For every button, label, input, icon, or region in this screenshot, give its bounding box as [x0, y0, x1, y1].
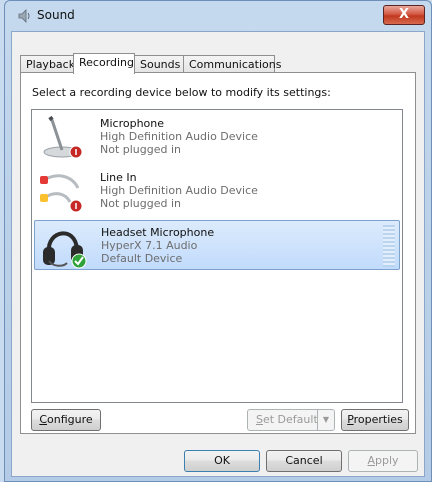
set-default-button[interactable]: Set Default ▼ [247, 409, 335, 431]
device-description: High Definition Audio Device [100, 184, 258, 197]
device-status: Not plugged in [100, 143, 182, 156]
device-description: High Definition Audio Device [100, 130, 258, 143]
apply-button[interactable]: Apply [348, 450, 418, 472]
device-item-line-in[interactable]: Line In High Definition Audio Device Not… [34, 166, 400, 216]
recording-panel: Select a recording device below to modif… [20, 72, 416, 434]
speaker-icon [18, 9, 30, 23]
dialog-body: Playback Recording Sounds Communications… [11, 31, 425, 477]
close-icon: X [398, 7, 410, 22]
window-title: Sound [37, 8, 75, 22]
tab-recording[interactable]: Recording [73, 53, 135, 74]
tab-playback[interactable]: Playback [20, 55, 75, 73]
configure-button[interactable]: Configure [31, 409, 101, 431]
cancel-button[interactable]: Cancel [266, 450, 342, 472]
device-status: Default Device [101, 252, 183, 265]
level-meter [383, 225, 395, 267]
properties-button[interactable]: Properties [341, 409, 409, 431]
instruction-text: Select a recording device below to modif… [32, 86, 331, 99]
sound-dialog: Sound X Playback Recording Sounds Commun… [4, 0, 432, 482]
ok-button[interactable]: OK [184, 450, 260, 472]
device-name: Line In [100, 171, 137, 184]
device-item-headset-microphone[interactable]: Headset Microphone HyperX 7.1 Audio Defa… [34, 220, 400, 270]
microphone-icon [43, 115, 83, 159]
tab-communications[interactable]: Communications [183, 55, 281, 73]
device-name: Microphone [100, 117, 165, 130]
device-list[interactable]: Microphone High Definition Audio Device … [31, 109, 403, 403]
device-item-microphone[interactable]: Microphone High Definition Audio Device … [34, 112, 400, 162]
close-button[interactable]: X [383, 5, 425, 25]
tab-sounds[interactable]: Sounds [134, 55, 184, 73]
dropdown-arrow-icon[interactable]: ▼ [317, 410, 334, 430]
device-status: Not plugged in [100, 197, 182, 210]
device-name: Headset Microphone [101, 226, 215, 239]
title-bar[interactable]: Sound X [5, 1, 431, 31]
headset-icon [43, 231, 87, 269]
line-in-cable-icon [40, 174, 83, 213]
device-description: HyperX 7.1 Audio [101, 239, 198, 252]
